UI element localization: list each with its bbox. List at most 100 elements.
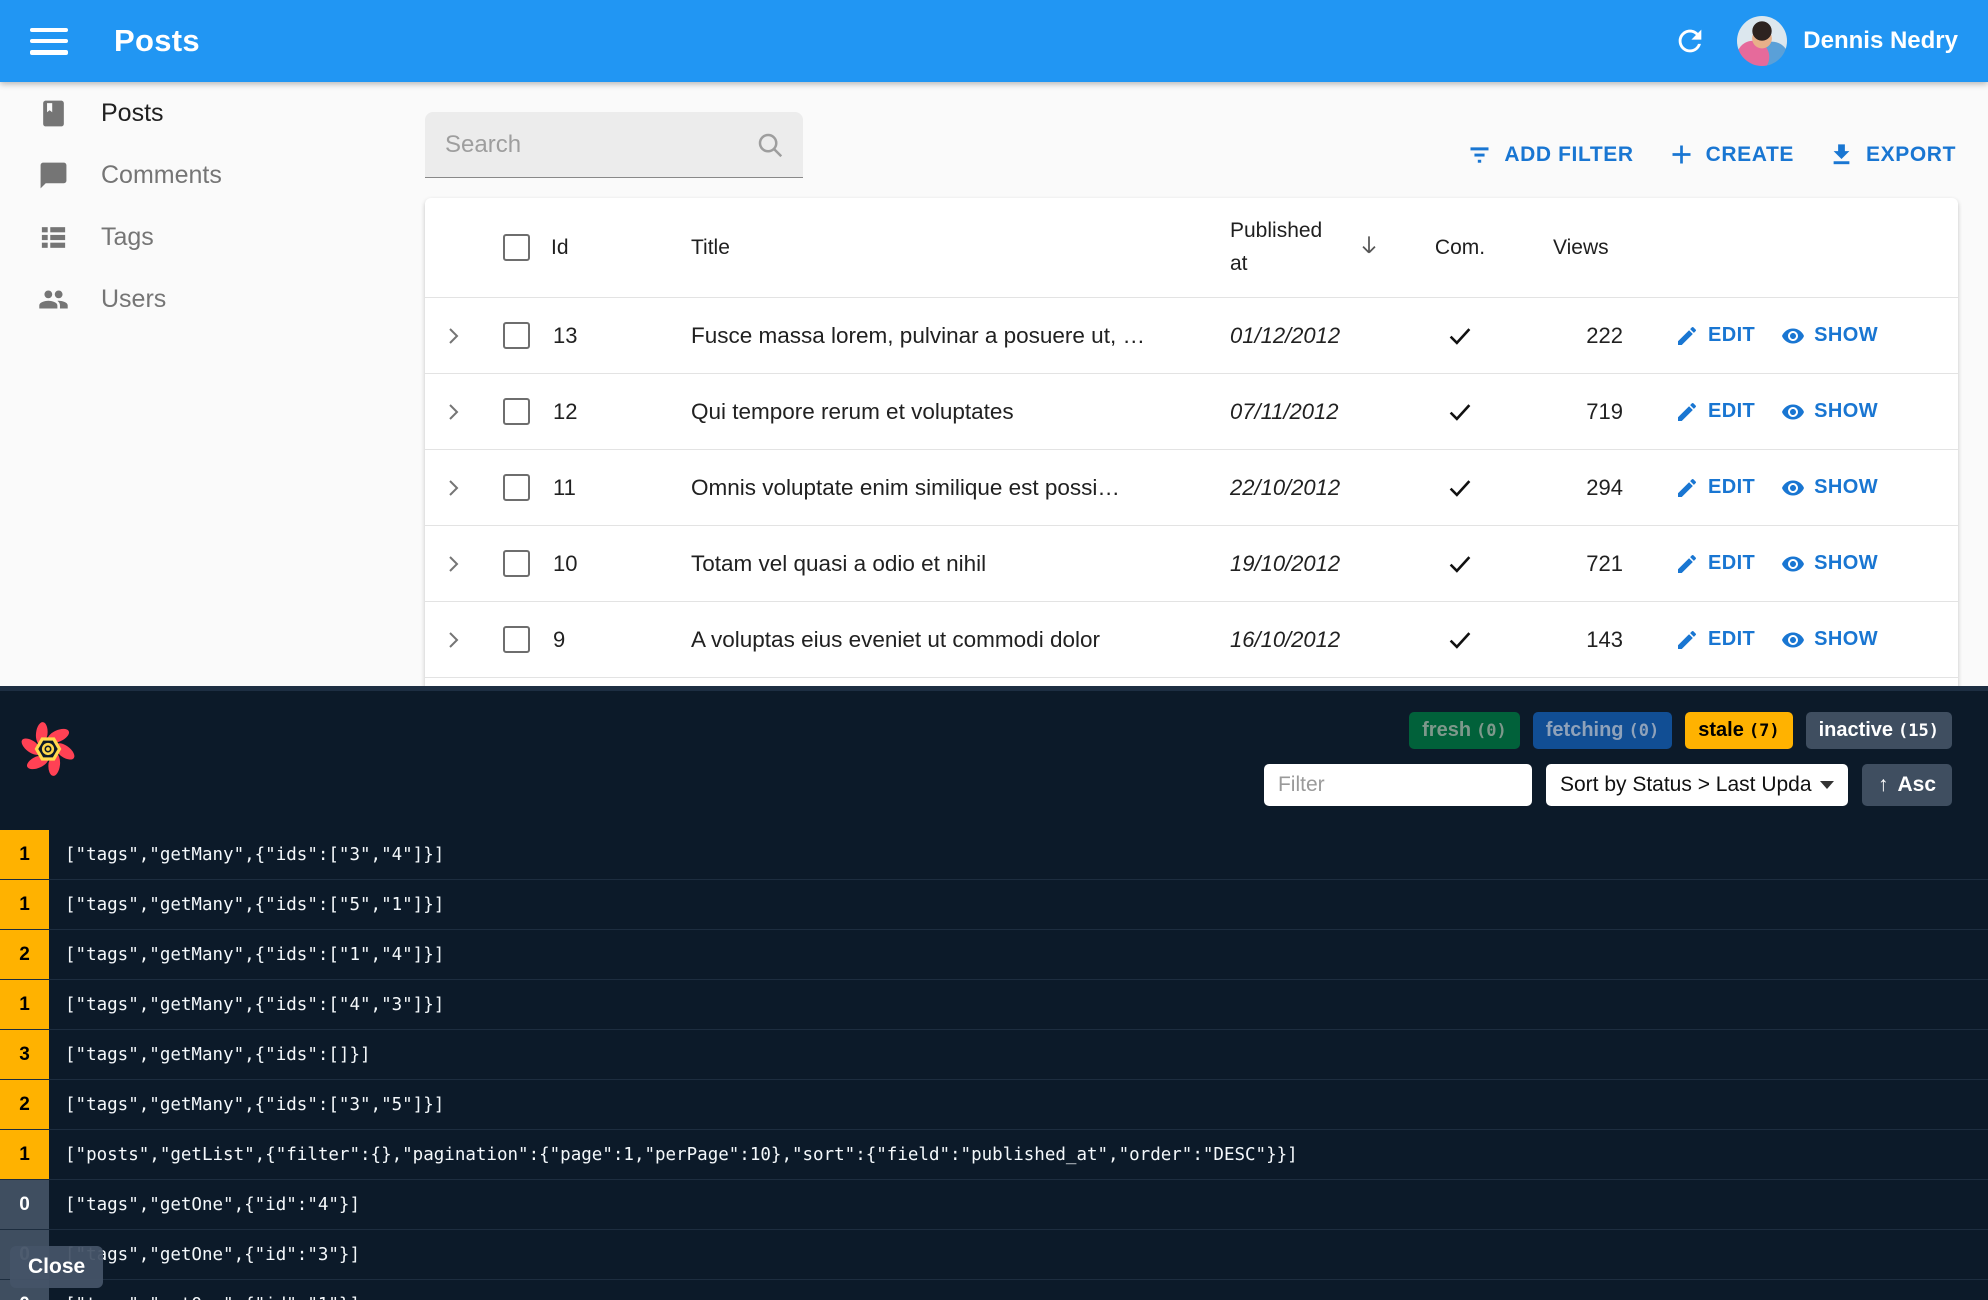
edit-button[interactable]: EDIT [1675, 476, 1755, 500]
column-header-com[interactable]: Com. [1405, 236, 1515, 260]
devtools-filter-input[interactable] [1263, 764, 1532, 806]
select-all-checkbox[interactable] [502, 234, 530, 261]
actions-group: ADD FILTER CREATE EXPORT [1466, 141, 1958, 168]
query-key: ["tags","getMany",{"ids":["5","1"]}] [65, 894, 445, 915]
row-actions: EDIT SHOW [1633, 400, 1958, 424]
page: Posts Dennis Nedry Posts Comments Tags U… [0, 0, 1988, 1300]
devtools-sort-select[interactable]: Sort by Status > Last Upda [1545, 764, 1848, 806]
expand-row-button[interactable] [425, 628, 481, 652]
row-checkbox[interactable] [502, 398, 530, 425]
show-button[interactable]: SHOW [1781, 400, 1878, 424]
query-key: ["tags","getMany",{"ids":["4","3"]}] [65, 994, 445, 1015]
sidebar-item-posts[interactable]: Posts [0, 82, 420, 144]
expand-row-button[interactable] [425, 400, 481, 424]
export-button[interactable]: EXPORT [1828, 141, 1956, 168]
status-badge[interactable]: fetching (0) [1532, 712, 1673, 749]
sidebar-item-label: Comments [101, 160, 222, 189]
query-row[interactable]: 3 ["tags","getMany",{"ids":[]}] [0, 1030, 1988, 1080]
query-key: ["tags","getMany",{"ids":["3","4"]}] [65, 844, 445, 865]
row-actions: EDIT SHOW [1633, 552, 1958, 576]
cell-title: Fusce massa lorem, pulvinar a posuere ut… [691, 322, 1145, 348]
list-toolbar: ADD FILTER CREATE EXPORT [425, 82, 1958, 178]
devtools-controls: Sort by Status > Last Upda ↑ Asc [1263, 764, 1952, 806]
commentable-check-icon [1405, 321, 1515, 351]
edit-button[interactable]: EDIT [1675, 628, 1755, 652]
query-row[interactable]: 1 ["tags","getMany",{"ids":["5","1"]}] [0, 880, 1988, 930]
query-row[interactable]: 2 ["tags","getMany",{"ids":["3","5"]}] [0, 1080, 1988, 1130]
query-observer-count: 1 [0, 880, 49, 929]
react-query-logo-icon [20, 720, 76, 778]
devtools-close-button[interactable]: Close [10, 1246, 104, 1288]
devtools-panel: fresh (0) fetching (0) stale (7) inactiv… [0, 686, 1988, 1300]
devtools-status-badges: fresh (0) fetching (0) stale (7) inactiv… [1409, 712, 1952, 749]
user-menu[interactable]: Dennis Nedry [1737, 16, 1958, 66]
refresh-icon[interactable] [1673, 24, 1707, 58]
devtools-query-list: 1 ["tags","getMany",{"ids":["3","4"]}] 1… [0, 830, 1988, 1300]
cell-views: 719 [1586, 398, 1623, 424]
row-checkbox[interactable] [502, 626, 530, 653]
list-icon [41, 226, 66, 248]
status-badge[interactable]: stale (7) [1685, 712, 1793, 749]
eye-icon [1782, 556, 1805, 571]
query-row[interactable]: 0 ["tags","getOne",{"id":"3"}] [0, 1230, 1988, 1280]
row-checkbox[interactable] [502, 474, 530, 501]
chat-icon [40, 162, 67, 188]
cell-title: Omnis voluptate enim similique est possi… [691, 474, 1120, 500]
query-row[interactable]: 0 ["tags","getOne",{"id":"1"}] [0, 1280, 1988, 1300]
edit-button[interactable]: EDIT [1675, 400, 1755, 424]
column-header-id[interactable]: Id [551, 236, 691, 260]
status-badge[interactable]: fresh (0) [1409, 712, 1520, 749]
query-key: ["tags","getMany",{"ids":["3","5"]}] [65, 1094, 445, 1115]
query-row[interactable]: 0 ["tags","getOne",{"id":"4"}] [0, 1180, 1988, 1230]
expand-row-button[interactable] [425, 324, 481, 348]
edit-button[interactable]: EDIT [1675, 324, 1755, 348]
search-input[interactable] [445, 130, 755, 159]
commentable-check-icon [1405, 625, 1515, 655]
column-header-title[interactable]: Title [691, 236, 1230, 260]
row-checkbox[interactable] [502, 550, 530, 577]
cell-id: 10 [553, 550, 578, 576]
menu-icon[interactable] [30, 27, 68, 55]
cell-title: Qui tempore rerum et voluptates [691, 398, 1014, 424]
table-row: 13 Fusce massa lorem, pulvinar a posuere… [425, 298, 1958, 374]
status-badge[interactable]: inactive (15) [1805, 712, 1952, 749]
chevron-right-icon [449, 631, 459, 648]
add-filter-button[interactable]: ADD FILTER [1466, 141, 1633, 168]
chevron-right-icon [449, 479, 459, 496]
column-header-views[interactable]: Views [1515, 236, 1633, 260]
sort-desc-icon [1356, 232, 1382, 263]
create-button[interactable]: CREATE [1668, 141, 1794, 168]
sidebar-item-users[interactable]: Users [0, 268, 420, 330]
query-key: ["tags","getOne",{"id":"4"}] [65, 1194, 361, 1215]
cell-views: 294 [1586, 474, 1623, 500]
expand-row-button[interactable] [425, 476, 481, 500]
expand-row-button[interactable] [425, 552, 481, 576]
cell-id: 9 [553, 626, 566, 652]
show-button[interactable]: SHOW [1781, 628, 1878, 652]
pencil-icon [1678, 402, 1697, 421]
sidebar-item-tags[interactable]: Tags [0, 206, 420, 268]
table-body: 13 Fusce massa lorem, pulvinar a posuere… [425, 298, 1958, 678]
query-row[interactable]: 1 ["posts","getList",{"filter":{},"pagin… [0, 1130, 1988, 1180]
query-row[interactable]: 2 ["tags","getMany",{"ids":["1","4"]}] [0, 930, 1988, 980]
row-checkbox[interactable] [502, 322, 530, 349]
people-icon [39, 289, 68, 309]
sidebar-item-label: Tags [101, 222, 154, 251]
devtools-asc-button[interactable]: ↑ Asc [1861, 764, 1952, 806]
eye-icon [1782, 404, 1805, 419]
cell-published-at: 16/10/2012 [1230, 626, 1341, 652]
table-header-row: Id Title Published at Com. Views [425, 198, 1958, 298]
query-row[interactable]: 1 ["tags","getMany",{"ids":["4","3"]}] [0, 980, 1988, 1030]
show-button[interactable]: SHOW [1781, 324, 1878, 348]
chevron-right-icon [449, 555, 459, 572]
query-row[interactable]: 1 ["tags","getMany",{"ids":["3","4"]}] [0, 830, 1988, 880]
edit-button[interactable]: EDIT [1675, 552, 1755, 576]
show-button[interactable]: SHOW [1781, 476, 1878, 500]
cell-views: 721 [1586, 550, 1623, 576]
sidebar-item-comments[interactable]: Comments [0, 144, 420, 206]
show-button[interactable]: SHOW [1781, 552, 1878, 576]
page-title: Posts [114, 23, 200, 58]
cell-published-at: 19/10/2012 [1230, 550, 1341, 576]
sidebar: Posts Comments Tags Users [0, 82, 420, 330]
column-header-published-at[interactable]: Published at [1230, 215, 1405, 280]
